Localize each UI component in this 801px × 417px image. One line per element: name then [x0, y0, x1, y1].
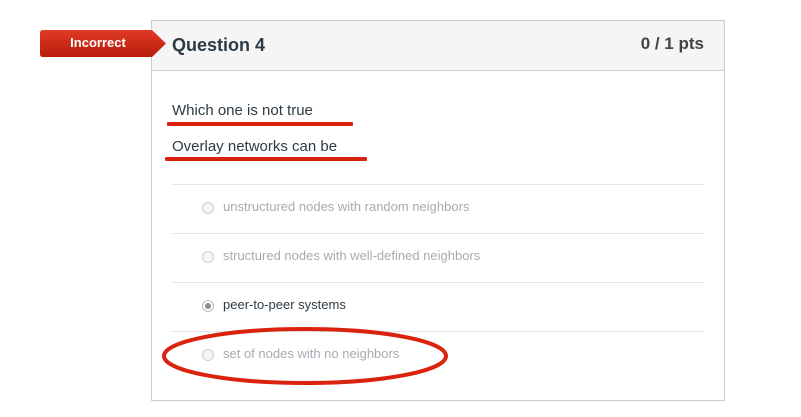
radio-button[interactable] [202, 251, 214, 263]
answer-label: unstructured nodes with random neighbors [223, 199, 470, 214]
answer-option[interactable]: structured nodes with well-defined neigh… [172, 234, 704, 282]
red-underline-annotation [167, 122, 353, 126]
answer-option[interactable]: unstructured nodes with random neighbors [172, 185, 704, 233]
answer-label: peer-to-peer systems [223, 297, 346, 312]
radio-button-selected[interactable] [202, 300, 214, 312]
incorrect-label: Incorrect [70, 35, 126, 50]
answer-label: structured nodes with well-defined neigh… [223, 248, 481, 263]
red-underline-annotation [165, 157, 367, 161]
red-circle-annotation [162, 327, 448, 385]
incorrect-badge: Incorrect [40, 30, 166, 57]
question-points: 0 / 1 pts [640, 34, 704, 53]
question-title: Question 4 [172, 35, 266, 55]
question-prompt-line-2: Overlay networks can be [172, 138, 338, 155]
question-prompt-line-1: Which one is not true [172, 102, 313, 119]
question-header: Question 4 0 / 1 pts [152, 21, 724, 71]
radio-button[interactable] [202, 202, 214, 214]
